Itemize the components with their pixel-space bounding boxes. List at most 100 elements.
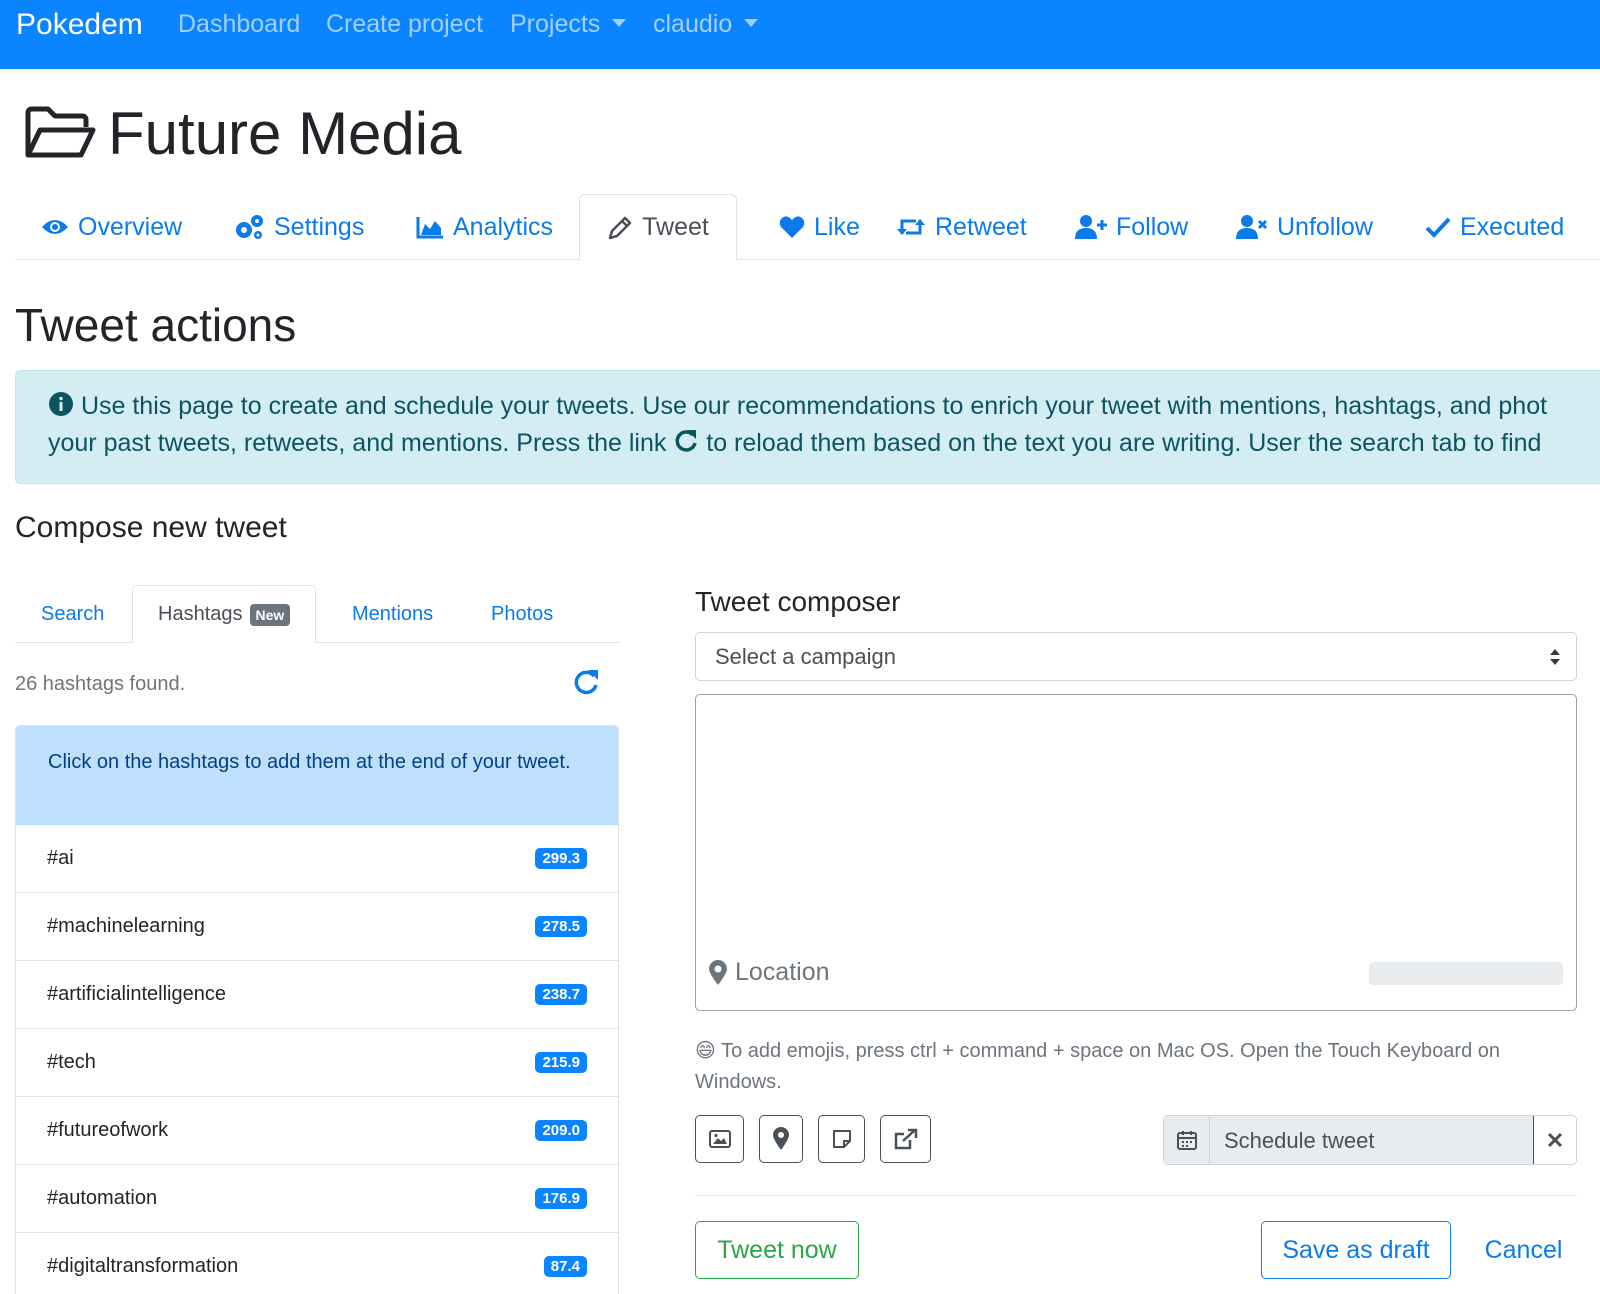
hashtag-score-badge: 176.9 (535, 1188, 587, 1209)
tab-label: Settings (274, 212, 365, 241)
campaign-select-value: Select a campaign (715, 644, 896, 669)
hashtag-item[interactable]: #futureofwork 209.0 (16, 1097, 618, 1165)
tab-executed[interactable]: Executed (1425, 194, 1564, 260)
tab-label: Retweet (935, 212, 1027, 241)
area-chart-icon (416, 217, 443, 239)
user-plus-icon (1075, 215, 1107, 239)
pencil-icon (608, 216, 632, 239)
external-link-button[interactable] (880, 1115, 931, 1163)
subtab-hashtags-label: Hashtags (158, 603, 243, 625)
caret-down-icon (744, 19, 759, 28)
subtab-mentions[interactable]: Mentions (352, 585, 433, 643)
navbar: Pokedem Dashboard Create project Project… (0, 0, 1600, 69)
save-draft-button[interactable]: Save as draft (1261, 1221, 1451, 1279)
hashtag-text: #ai (47, 847, 74, 869)
eye-icon (42, 220, 68, 234)
image-icon (708, 1130, 731, 1148)
tab-retweet[interactable]: Retweet (896, 194, 1027, 260)
new-badge: New (249, 603, 291, 626)
hashtag-text: #futureofwork (47, 1119, 169, 1141)
info-alert: Use this page to create and schedule you… (15, 370, 1600, 484)
nav-create-project[interactable]: Create project (326, 10, 483, 39)
hashtag-score-badge: 215.9 (535, 1052, 587, 1073)
nav-projects-label: Projects (510, 10, 601, 38)
map-marker-icon (709, 959, 727, 985)
clear-schedule-button[interactable] (1533, 1116, 1576, 1164)
hashtag-text: #machinelearning (47, 915, 205, 937)
compose-subtabs: Search Hashtags New Mentions Photos (15, 585, 619, 644)
user-times-icon (1236, 215, 1268, 239)
hashtag-hint: Click on the hashtags to add them at the… (16, 726, 618, 825)
tab-follow[interactable]: Follow (1075, 194, 1188, 260)
schedule-input-group: Schedule tweet (1163, 1115, 1577, 1165)
reload-icon[interactable] (673, 428, 699, 454)
nav-projects-dropdown[interactable]: Projects (510, 10, 627, 39)
emoji-note-text: To add emojis, press ctrl + command + sp… (695, 1040, 1500, 1093)
tweet-textarea[interactable]: Location (695, 694, 1577, 1011)
hashtag-item[interactable]: #artificialintelligence 238.7 (16, 961, 618, 1029)
hashtag-text: #tech (47, 1051, 96, 1073)
tab-overview[interactable]: Overview (41, 194, 182, 260)
nav-user-dropdown[interactable]: claudio (653, 10, 759, 39)
nav-user-label: claudio (653, 10, 733, 38)
tab-label: Unfollow (1277, 212, 1373, 241)
tab-tweet[interactable]: Tweet (579, 194, 737, 261)
hashtag-item[interactable]: #automation 176.9 (16, 1165, 618, 1233)
hashtag-item[interactable]: #tech 215.9 (16, 1029, 618, 1097)
add-note-button[interactable] (818, 1115, 865, 1163)
hashtag-score-badge: 299.3 (535, 848, 587, 869)
add-location-button[interactable] (759, 1115, 803, 1163)
nav-dashboard[interactable]: Dashboard (178, 10, 300, 39)
close-icon (1547, 1132, 1563, 1148)
sticky-note-icon (832, 1130, 851, 1148)
alert-line-1: Use this page to create and schedule you… (48, 388, 1600, 425)
cancel-button[interactable]: Cancel (1470, 1221, 1577, 1279)
tab-settings[interactable]: Settings (233, 194, 364, 260)
tab-label: Tweet (642, 213, 709, 241)
hashtag-item[interactable]: #digitaltransformation 87.4 (16, 1233, 618, 1294)
heart-icon (779, 216, 805, 238)
tab-unfollow[interactable]: Unfollow (1236, 194, 1373, 260)
tab-label: Like (814, 212, 860, 241)
tab-label: Executed (1460, 212, 1565, 241)
tab-label: Analytics (453, 212, 554, 241)
subtab-photos[interactable]: Photos (491, 585, 553, 643)
map-marker-icon (773, 1127, 789, 1150)
subtab-hashtags[interactable]: Hashtags New (132, 585, 317, 644)
project-header: Future Media (24, 96, 462, 170)
page-title: Tweet actions (15, 299, 297, 351)
hashtag-text: #digitaltransformation (47, 1255, 239, 1277)
alert-text-2a: your past tweets, retweets, and mentions… (48, 429, 667, 457)
refresh-icon[interactable] (572, 668, 600, 696)
compose-title: Compose new tweet (15, 511, 287, 544)
tweet-now-button[interactable]: Tweet now (695, 1221, 859, 1279)
hashtag-score-badge: 278.5 (535, 916, 587, 937)
hashtag-item[interactable]: #ai 299.3 (16, 825, 618, 893)
retweet-icon (897, 219, 925, 235)
project-title: Future Media (108, 99, 462, 167)
tab-label: Overview (78, 212, 183, 241)
tab-label: Follow (1116, 212, 1189, 241)
character-counter-bar (1369, 962, 1563, 985)
tab-like[interactable]: Like (779, 194, 860, 260)
tab-analytics[interactable]: Analytics (416, 194, 553, 260)
folder-open-icon (25, 106, 96, 158)
location-label: Location (735, 958, 830, 986)
select-arrows-icon (1550, 649, 1560, 665)
location-field[interactable]: Location (708, 958, 830, 987)
hashtag-text: #artificialintelligence (47, 983, 226, 1005)
schedule-tweet-input[interactable]: Schedule tweet (1210, 1116, 1533, 1164)
hashtag-item[interactable]: #machinelearning 278.5 (16, 893, 618, 961)
campaign-select[interactable]: Select a campaign (695, 632, 1577, 681)
alert-line-2: your past tweets, retweets, and mentions… (48, 425, 1600, 462)
hashtag-score-badge: 209.0 (535, 1120, 587, 1141)
alert-text-2b: to reload them based on the text you are… (706, 429, 1542, 457)
emoji-note: 😄 To add emojis, press ctrl + command + … (695, 1036, 1575, 1098)
hashtag-score-badge: 87.4 (543, 1256, 587, 1277)
external-link-icon (894, 1128, 917, 1150)
brand-logo[interactable]: Pokedem (16, 8, 143, 42)
calendar-icon-box[interactable] (1164, 1116, 1210, 1164)
subtab-search[interactable]: Search (41, 585, 104, 643)
add-image-button[interactable] (695, 1115, 744, 1163)
caret-down-icon (612, 19, 627, 28)
